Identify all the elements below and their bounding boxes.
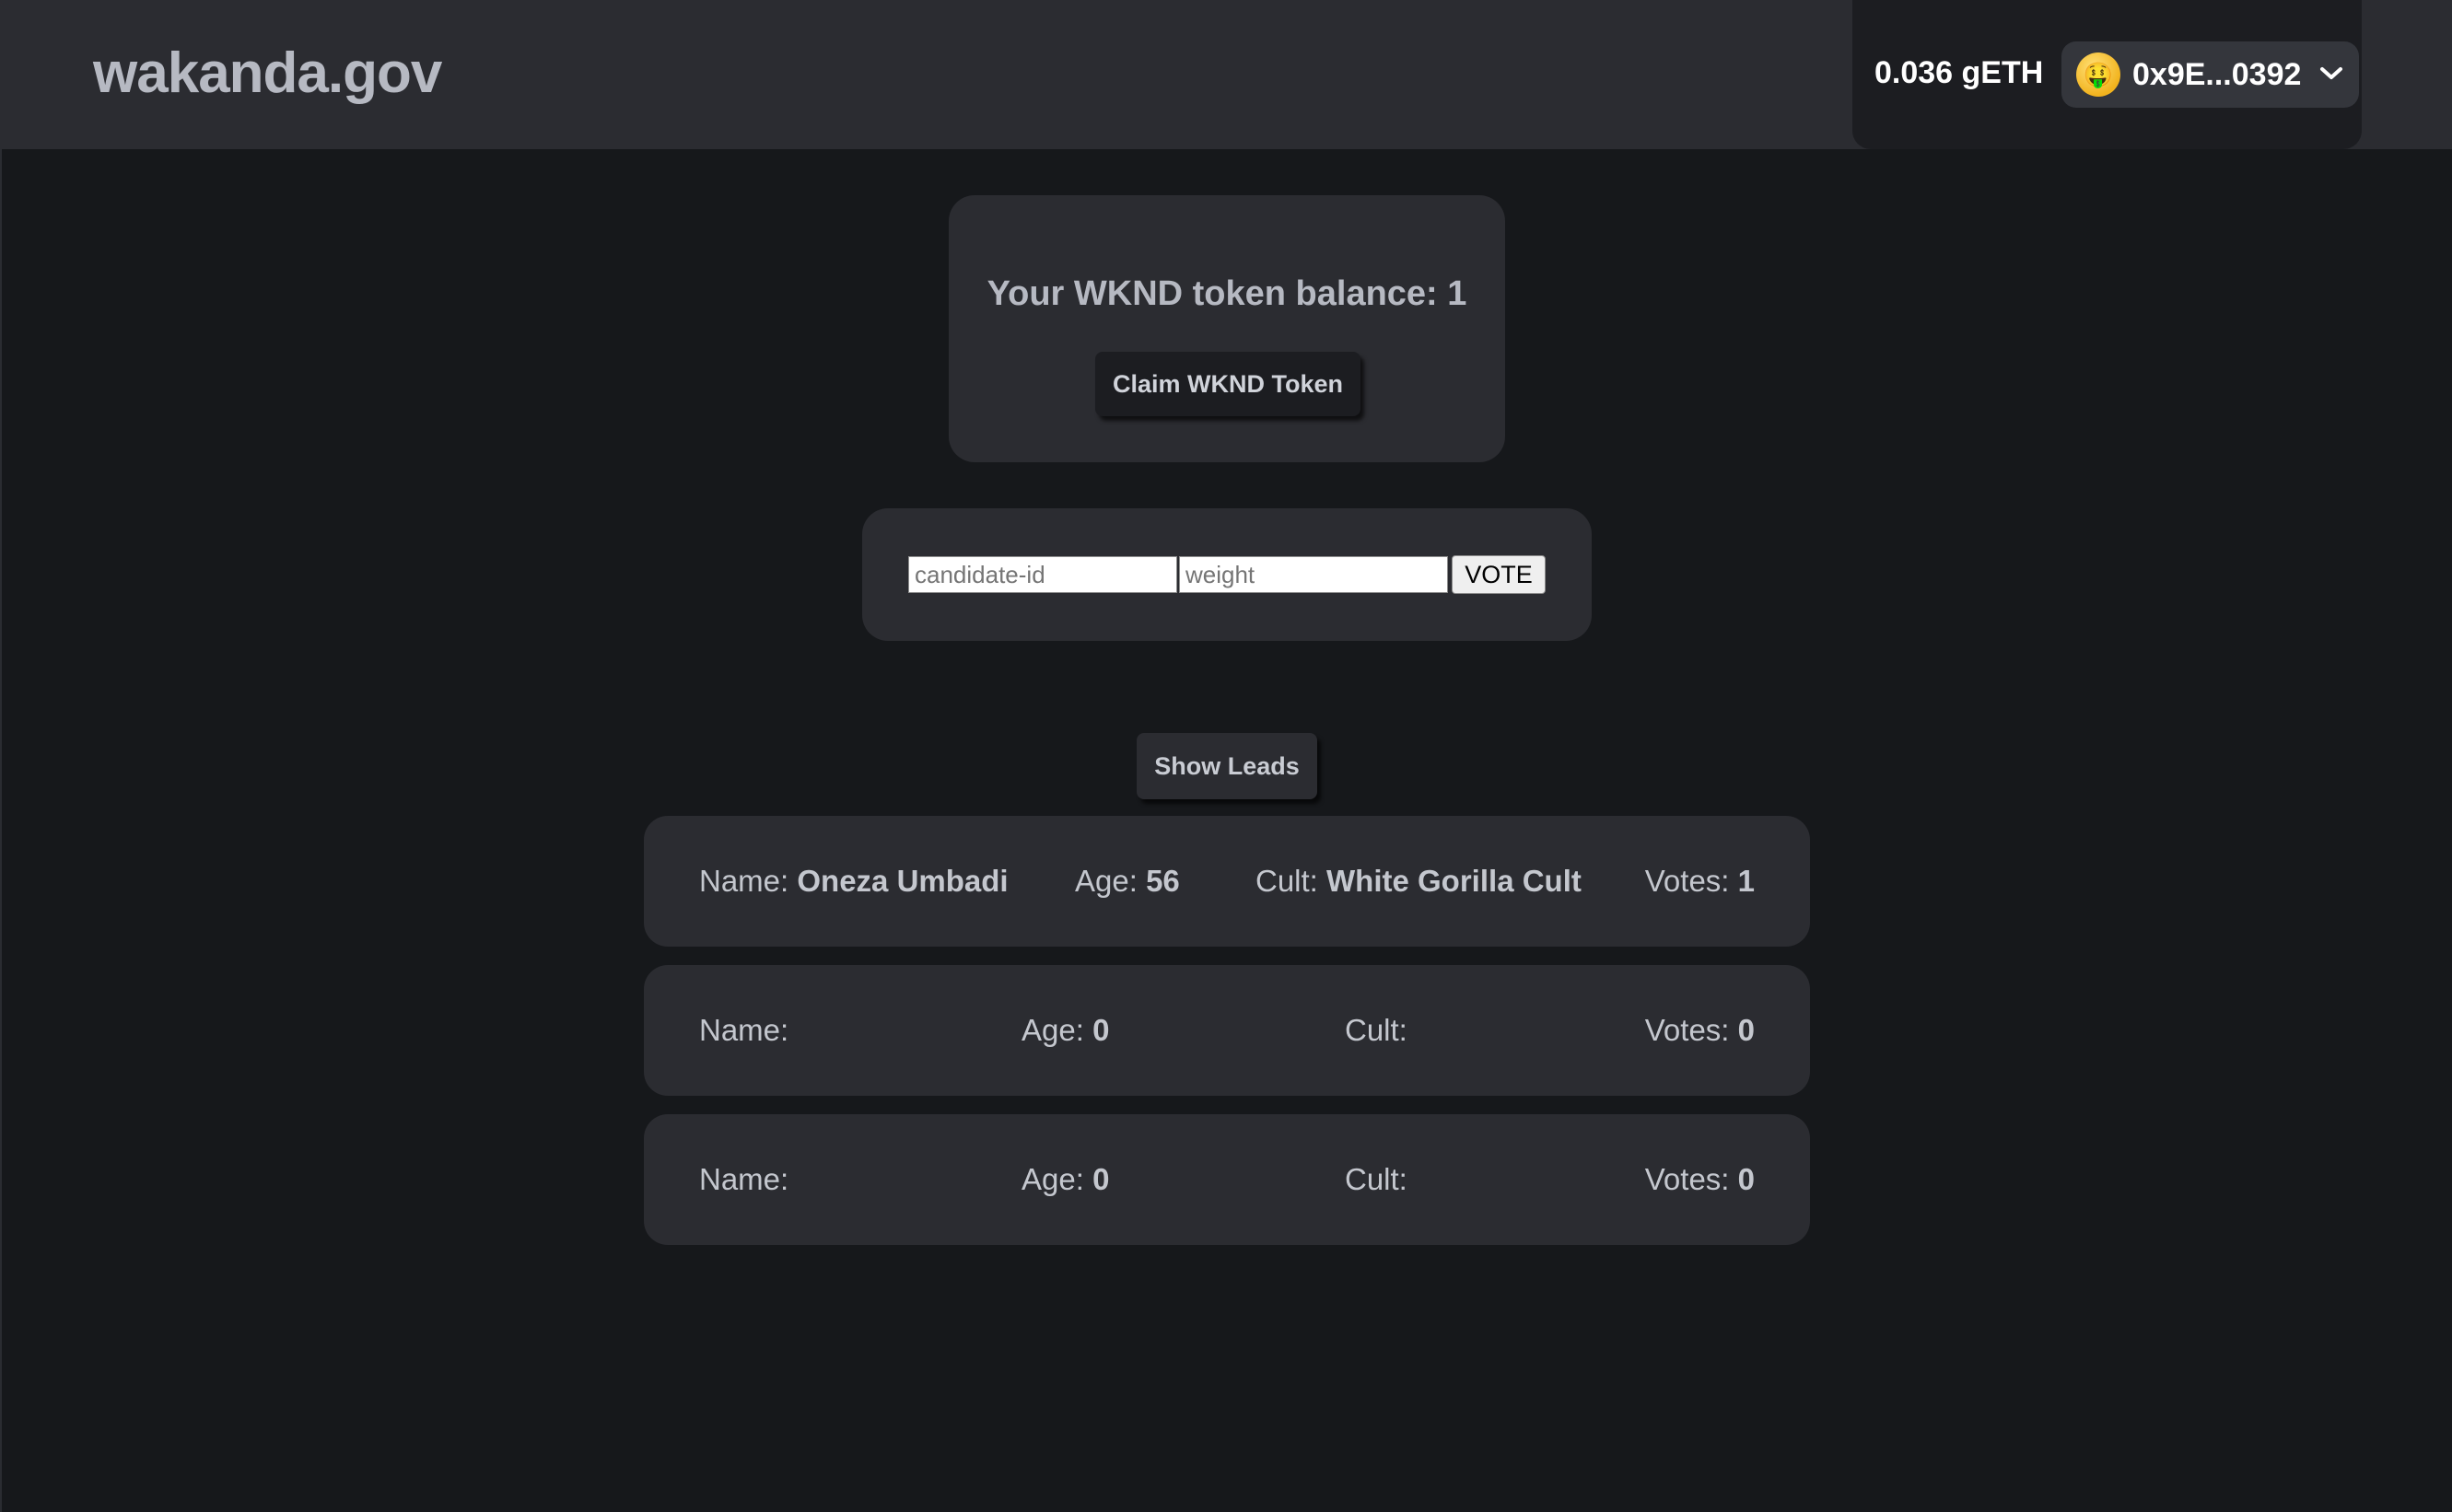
- lead-votes: Votes: 0: [1645, 1162, 1755, 1197]
- age-label: Age:: [1022, 1162, 1084, 1196]
- age-label: Age:: [1022, 1013, 1084, 1047]
- votes-value: 1: [1737, 864, 1755, 898]
- lead-age: Age: 0: [1022, 1162, 1109, 1197]
- lead-row: Name: Age: 0 Cult: Votes: 0: [644, 965, 1810, 1096]
- votes-label: Votes:: [1644, 1162, 1730, 1196]
- age-value: 56: [1146, 864, 1180, 898]
- lead-name: Name: Oneza Umbadi: [699, 864, 1009, 899]
- lead-age: Age: 0: [1022, 1013, 1109, 1048]
- votes-value: 0: [1737, 1162, 1755, 1196]
- name-label: Name:: [699, 1013, 789, 1047]
- weight-input[interactable]: [1179, 556, 1448, 593]
- claim-token-button[interactable]: Claim WKND Token: [1095, 352, 1360, 416]
- candidate-id-input[interactable]: [908, 556, 1177, 593]
- votes-label: Votes:: [1644, 1013, 1730, 1047]
- name-label: Name:: [699, 1162, 789, 1196]
- wallet-balance[interactable]: 0.036 gETH: [1874, 55, 2043, 91]
- votes-label: Votes:: [1644, 864, 1730, 898]
- lead-cult: Cult:: [1345, 1013, 1407, 1048]
- top-navbar: wakanda.gov 0.036 gETH 🤑 0x9E...0392: [0, 0, 2452, 149]
- wallet-panel: 0.036 gETH 🤑 0x9E...0392: [1852, 0, 2362, 149]
- token-balance-text: Your WKND token balance: 1: [987, 274, 1467, 313]
- lead-votes: Votes: 1: [1645, 864, 1755, 899]
- cult-label: Cult:: [1255, 864, 1318, 898]
- vote-button[interactable]: VOTE: [1452, 555, 1546, 594]
- lead-name: Name:: [699, 1162, 788, 1197]
- site-brand[interactable]: wakanda.gov: [93, 41, 442, 106]
- token-balance-card: Your WKND token balance: 1 Claim WKND To…: [949, 195, 1505, 462]
- cult-label: Cult:: [1345, 1013, 1407, 1047]
- account-button[interactable]: 🤑 0x9E...0392: [2061, 41, 2359, 108]
- lead-cult: Cult:: [1345, 1162, 1407, 1197]
- lead-name: Name:: [699, 1013, 788, 1048]
- lead-age: Age: 56: [1075, 864, 1180, 899]
- show-leads-button[interactable]: Show Leads: [1137, 733, 1317, 799]
- account-address: 0x9E...0392: [2132, 57, 2302, 92]
- age-value: 0: [1092, 1013, 1110, 1047]
- name-value: Oneza Umbadi: [797, 864, 1009, 898]
- cult-value: White Gorilla Cult: [1326, 864, 1582, 898]
- age-value: 0: [1092, 1162, 1110, 1196]
- votes-value: 0: [1737, 1013, 1755, 1047]
- lead-cult: Cult: White Gorilla Cult: [1255, 864, 1582, 899]
- lead-row: Name: Age: 0 Cult: Votes: 0: [644, 1114, 1810, 1245]
- lead-votes: Votes: 0: [1645, 1013, 1755, 1048]
- lead-row: Name: Oneza Umbadi Age: 56 Cult: White G…: [644, 816, 1810, 947]
- money-face-avatar-icon: 🤑: [2076, 52, 2120, 97]
- chevron-down-icon: [2320, 67, 2342, 79]
- name-label: Name:: [699, 864, 789, 898]
- age-label: Age:: [1075, 864, 1138, 898]
- vote-form-card: VOTE: [862, 508, 1592, 641]
- cult-label: Cult:: [1345, 1162, 1407, 1196]
